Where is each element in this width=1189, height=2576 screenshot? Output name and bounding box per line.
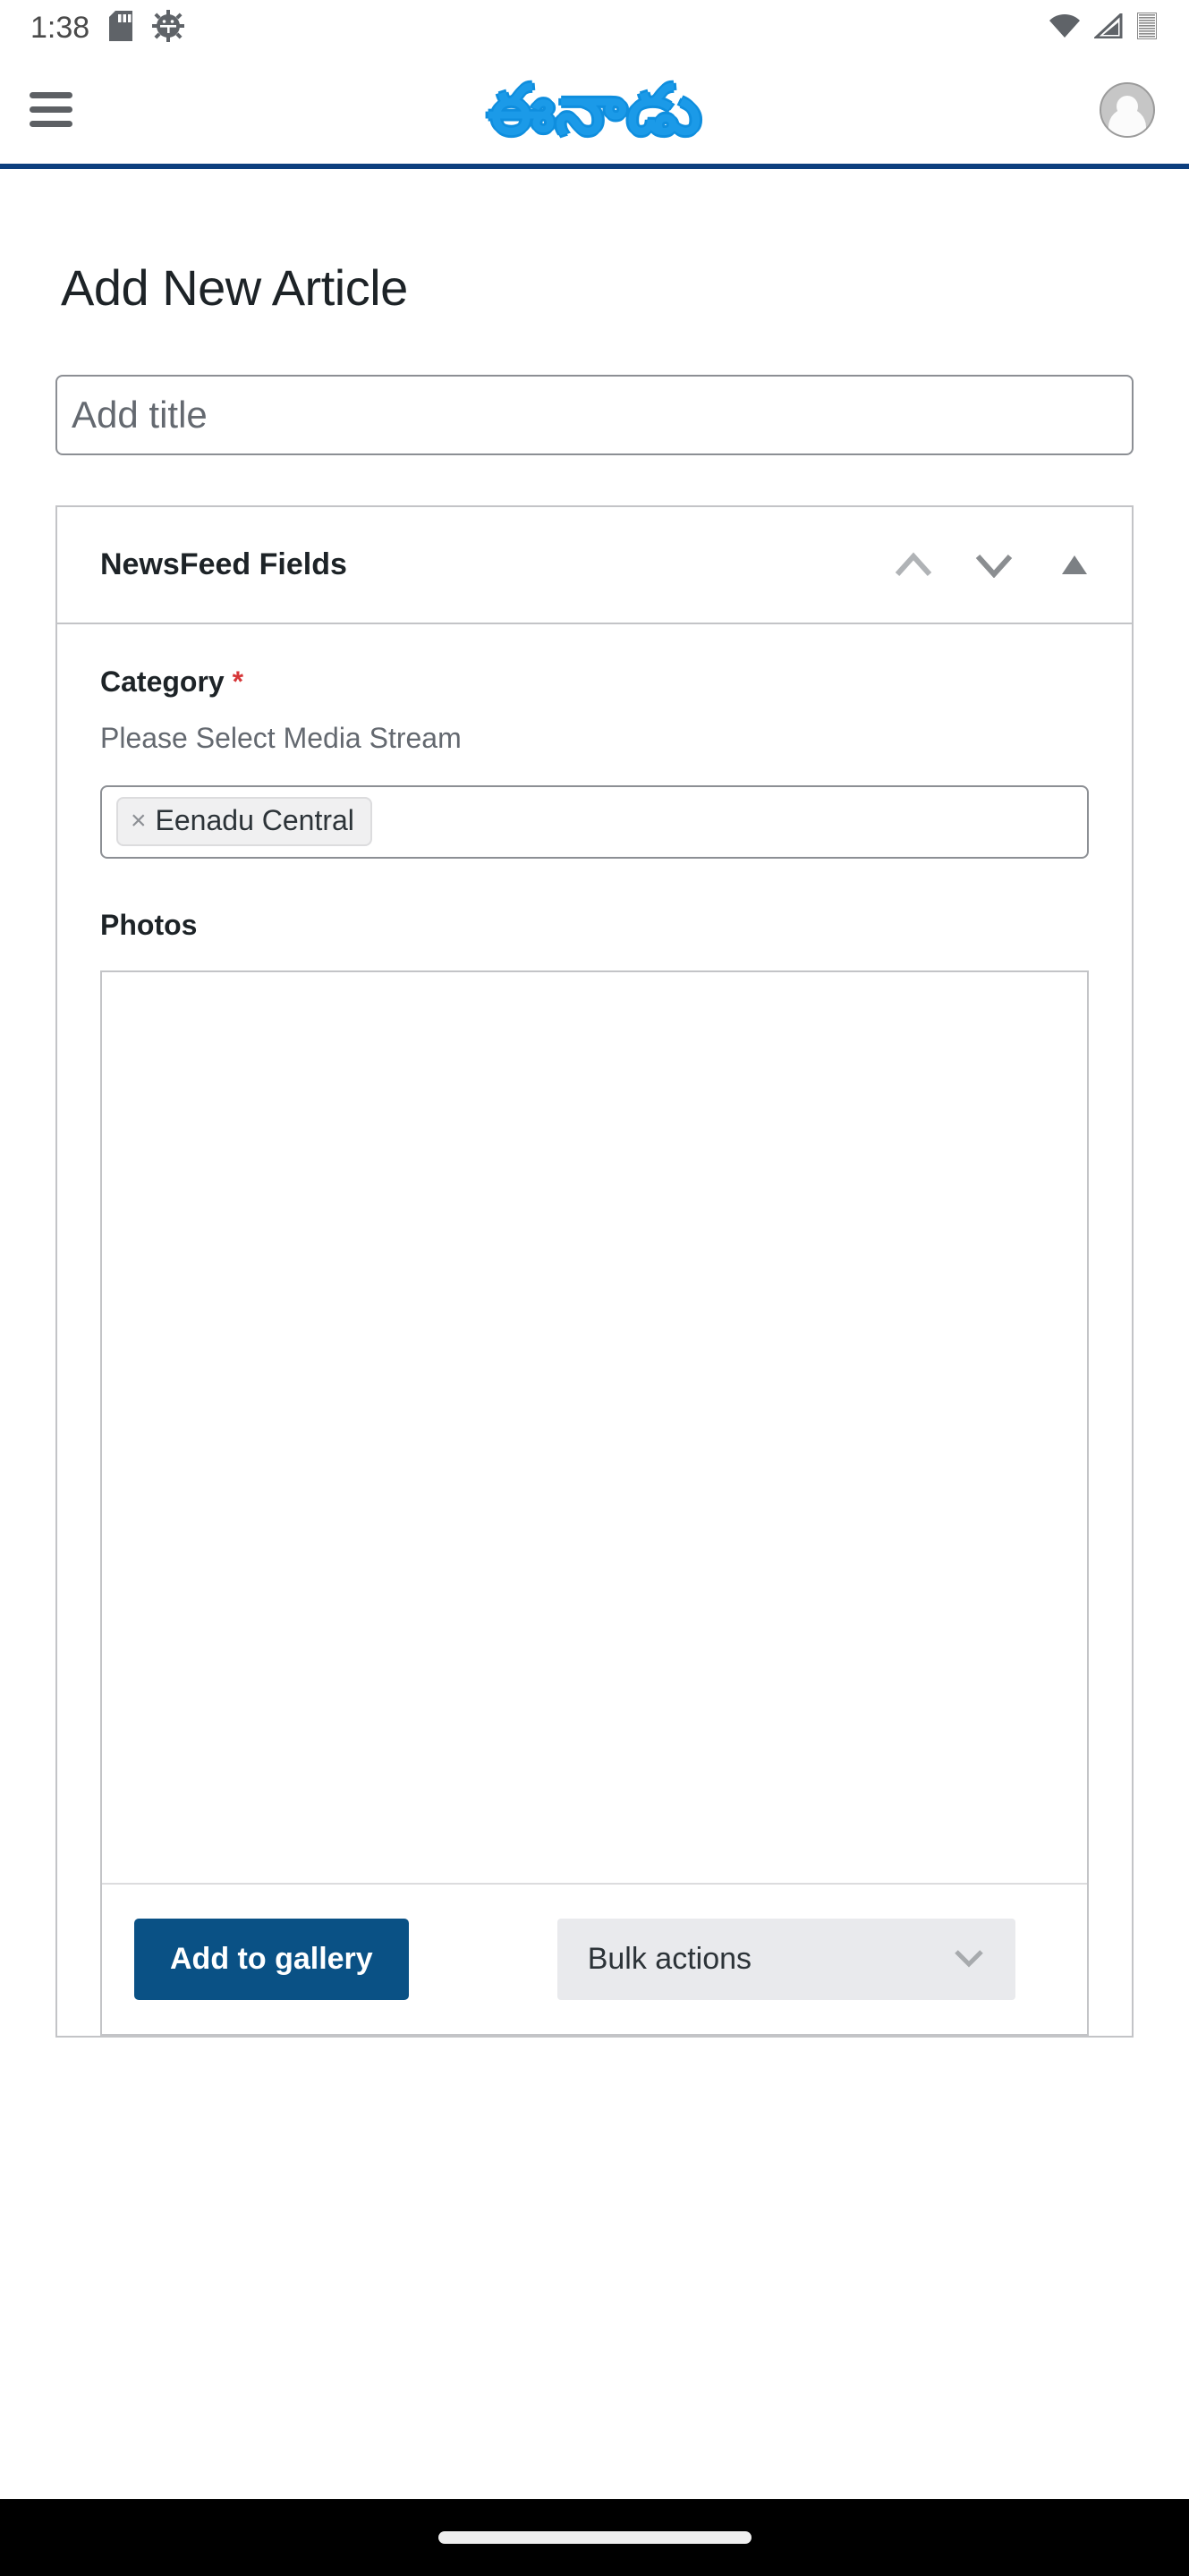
status-bar-right: [1049, 13, 1166, 44]
page-content: Add New Article NewsFeed Fields: [0, 169, 1189, 2499]
chip-remove-icon[interactable]: ×: [131, 808, 147, 835]
panel-header: NewsFeed Fields: [57, 507, 1132, 624]
chip-label: Eenadu Central: [156, 804, 354, 837]
selected-category-chip[interactable]: × Eenadu Central: [116, 797, 372, 846]
chevron-down-icon[interactable]: [971, 541, 1017, 588]
status-bar-left: 1:38: [30, 10, 184, 47]
article-title-input[interactable]: [55, 375, 1134, 455]
cell-signal-icon: [1094, 13, 1123, 43]
user-avatar[interactable]: [1100, 82, 1155, 138]
gallery-actions-bar: Add to gallery Bulk actions: [102, 1885, 1087, 2034]
newsfeed-fields-panel: NewsFeed Fields: [55, 505, 1134, 2038]
category-field-description: Please Select Media Stream: [100, 722, 1089, 755]
panel-title: NewsFeed Fields: [100, 547, 347, 582]
add-to-gallery-button[interactable]: Add to gallery: [134, 1919, 409, 2000]
hamburger-menu-icon[interactable]: [27, 84, 79, 136]
hamburger-bar-3: [30, 121, 72, 127]
hamburger-bar-2: [30, 106, 72, 113]
title-field-wrapper: [0, 316, 1189, 455]
triangle-up-icon[interactable]: [1051, 541, 1098, 588]
android-dev-gear-icon: [152, 10, 184, 47]
chevron-up-icon[interactable]: [890, 541, 937, 588]
page-title: Add New Article: [0, 169, 1189, 316]
panel-body: Category * Please Select Media Stream × …: [57, 624, 1132, 2036]
required-asterisk: *: [233, 665, 243, 698]
eenadu-logo[interactable]: ఈనాడు: [407, 70, 783, 150]
sd-card-icon: [109, 11, 132, 46]
mobile-screen: 1:38: [0, 0, 1189, 2576]
category-label-text: Category: [100, 665, 225, 698]
status-bar: 1:38: [0, 0, 1189, 55]
android-navigation-bar: [0, 2499, 1189, 2576]
gallery-dropzone[interactable]: [102, 972, 1087, 1885]
status-bar-clock: 1:38: [30, 11, 89, 46]
category-field-label: Category *: [100, 665, 1089, 699]
category-multiselect[interactable]: × Eenadu Central: [100, 785, 1089, 859]
panel-handle-actions: [890, 541, 1098, 588]
battery-icon: [1137, 13, 1157, 44]
bulk-actions-select[interactable]: Bulk actions: [557, 1919, 1015, 2000]
eenadu-logo-text: ఈనాడు: [487, 76, 701, 144]
photos-gallery-box: Add to gallery Bulk actions: [100, 970, 1089, 2036]
bulk-actions-label: Bulk actions: [588, 1942, 752, 1977]
hamburger-bar-1: [30, 92, 72, 98]
app-header: ఈనాడు: [0, 55, 1189, 169]
gesture-home-pill[interactable]: [438, 2531, 752, 2544]
chevron-down-icon: [953, 1942, 985, 1977]
wifi-icon: [1049, 13, 1080, 43]
photos-field-label: Photos: [100, 909, 1089, 942]
